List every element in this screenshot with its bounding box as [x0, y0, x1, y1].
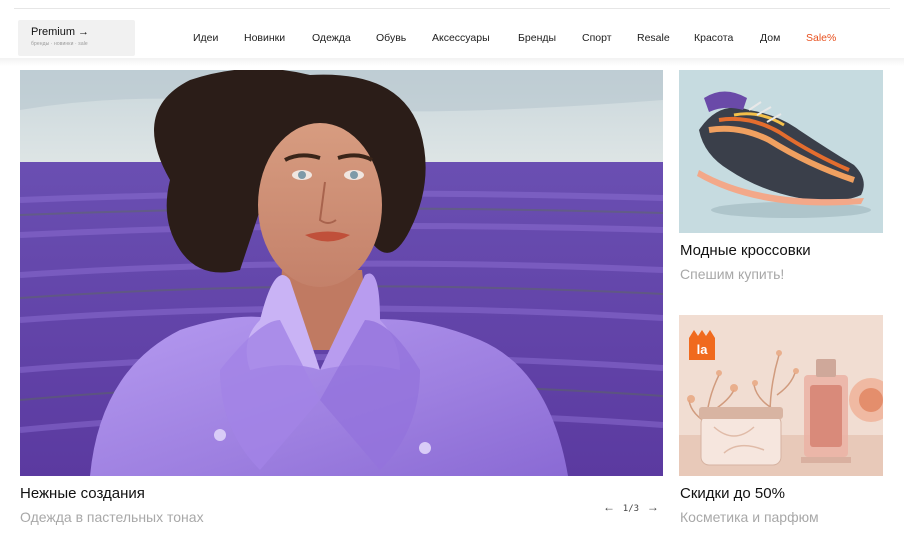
nav-item-sale[interactable]: Sale%: [806, 32, 836, 44]
hero-subtitle: Одежда в пастельных тонах: [20, 509, 204, 525]
premium-subtitle: бренды · новинки · sale: [31, 41, 88, 47]
hero-title[interactable]: Нежные создания: [20, 485, 145, 502]
nav-item-home[interactable]: Дом: [760, 32, 780, 44]
sneakers-card-subtitle: Спешим купить!: [680, 266, 785, 282]
hero-banner-image[interactable]: [20, 70, 663, 476]
site-header: Premium → бренды · новинки · sale Идеи Н…: [0, 20, 904, 58]
next-arrow-icon[interactable]: →: [647, 500, 659, 514]
la-badge-icon: la: [689, 330, 715, 360]
la-badge-text: la: [697, 342, 709, 357]
cosmetics-card-subtitle: Косметика и парфюм: [680, 509, 819, 525]
nav-item-clothing[interactable]: Одежда: [312, 32, 351, 44]
premium-label: Premium →: [31, 26, 90, 38]
header-shadow: [0, 58, 904, 66]
nav-item-beauty[interactable]: Красота: [694, 32, 733, 44]
premium-button[interactable]: Premium → бренды · новинки · sale: [18, 20, 135, 56]
nav-item-brands[interactable]: Бренды: [518, 32, 556, 44]
sneakers-card-image[interactable]: [679, 70, 883, 233]
top-divider: [14, 8, 890, 9]
cosmetics-card-title[interactable]: Скидки до 50%: [680, 485, 785, 502]
slide-counter: 1/3: [622, 504, 640, 514]
nav-item-accessories[interactable]: Аксессуары: [432, 32, 490, 44]
nav-item-new[interactable]: Новинки: [244, 32, 285, 44]
nav-item-sport[interactable]: Спорт: [582, 32, 612, 44]
prev-arrow-icon[interactable]: ←: [603, 500, 615, 514]
nav-item-shoes[interactable]: Обувь: [376, 32, 406, 44]
nav-item-resale[interactable]: Resale: [637, 32, 670, 44]
cosmetics-card-image[interactable]: la: [679, 315, 883, 476]
sneakers-card-title[interactable]: Модные кроссовки: [680, 242, 811, 259]
nav-item-ideas[interactable]: Идеи: [193, 32, 218, 44]
carousel-pager: ← 1/3 →: [603, 500, 659, 514]
